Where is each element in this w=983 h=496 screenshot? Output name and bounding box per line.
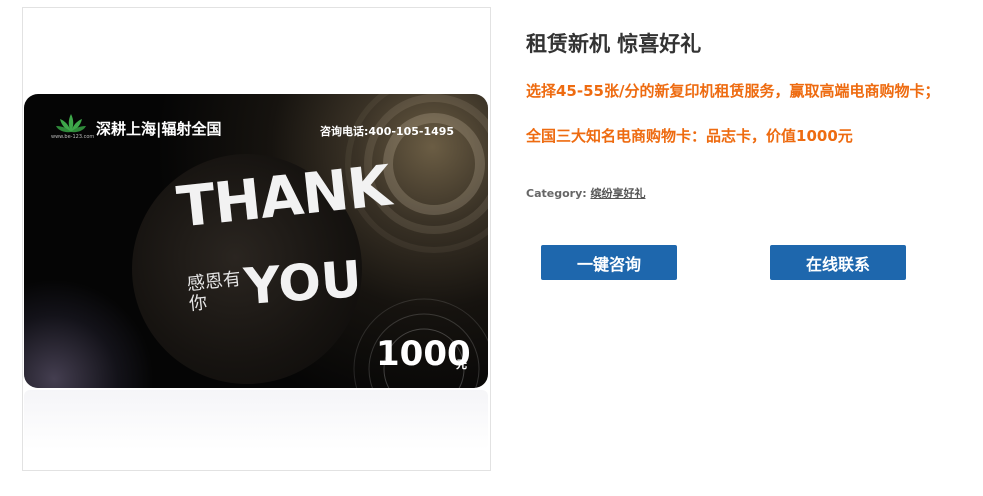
gift-card-image: www.be-123.com 深耕上海|辐射全国 咨询电话:400-105-14… — [24, 94, 488, 388]
card-reflection — [24, 390, 488, 450]
product-title: 租赁新机 惊喜好礼 — [526, 32, 702, 56]
card-phone: 咨询电话:400-105-1495 — [320, 125, 455, 138]
contact-button[interactable]: 在线联系 — [770, 245, 906, 280]
promo-line-1: 选择45-55张/分的新复印机租赁服务，赢取高端电商购物卡； — [526, 82, 940, 100]
card-slogan: 深耕上海|辐射全国 — [96, 120, 222, 138]
card-unit: 元 — [456, 358, 467, 371]
card-gan-text: 感恩有你 — [185, 268, 242, 316]
category-label: Category: — [526, 187, 587, 200]
card-you-text: YOU — [242, 249, 364, 317]
consult-button[interactable]: 一键咨询 — [541, 245, 677, 280]
promo-line-2: 全国三大知名电商购物卡：品志卡，价值1000元 — [526, 127, 853, 145]
category-row: Category: 缤纷享好礼 — [526, 185, 645, 201]
category-link[interactable]: 缤纷享好礼 — [590, 187, 645, 200]
